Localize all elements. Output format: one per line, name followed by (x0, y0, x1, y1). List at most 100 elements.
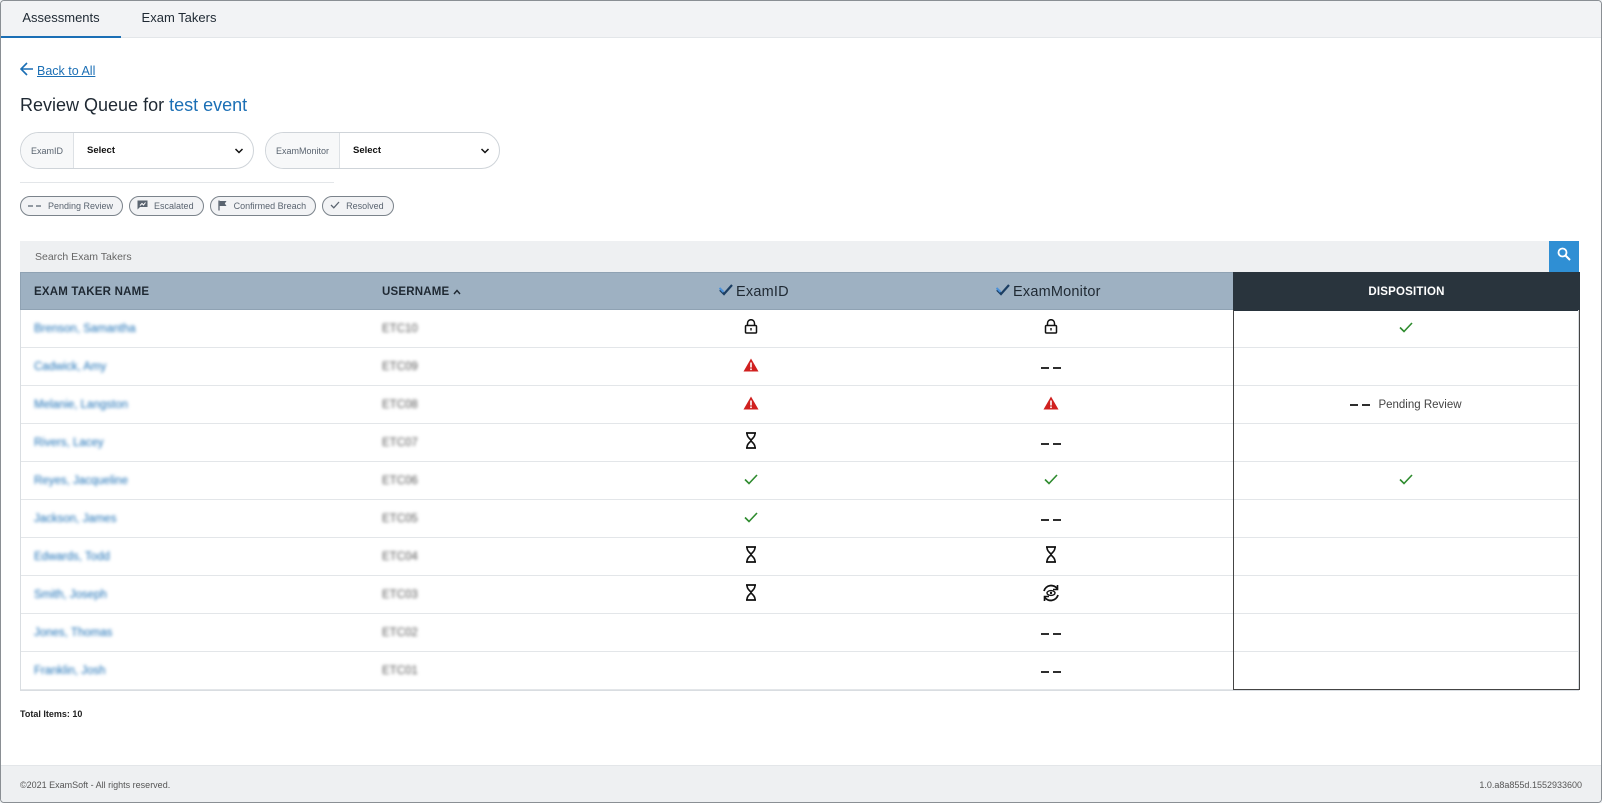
disposition-cell (1233, 348, 1579, 386)
examid-filter[interactable]: ExamID Select (20, 132, 254, 169)
table-row[interactable]: Jackson, James ETC05 (21, 500, 1578, 538)
table-row[interactable]: Franklin, Josh ETC01 (21, 652, 1578, 690)
dash-icon (28, 201, 42, 211)
examid-logo-icon (718, 284, 733, 300)
back-link[interactable]: Back to All (19, 62, 95, 79)
chevron-down-icon[interactable] (225, 146, 253, 156)
exammonitor-status-cell (1011, 386, 1091, 424)
column-header-exammonitor: ExamMonitor (995, 273, 1126, 311)
footer: ©2021 ExamSoft - All rights reserved. 1.… (1, 765, 1601, 802)
search-bar (20, 241, 1579, 272)
table-row[interactable]: Brenson, Samantha ETC10 (21, 310, 1578, 348)
version-number: 1.0.a8a855d.1552933600 (1479, 780, 1582, 790)
username-cell: ETC06 (382, 475, 418, 487)
examid-status-cell (711, 348, 791, 386)
examid-status-cell (711, 614, 791, 652)
table-row[interactable]: Jones, Thomas ETC02 (21, 614, 1578, 652)
table-row[interactable]: Smith, Joseph ETC03 (21, 576, 1578, 614)
exammonitor-status-cell (1011, 500, 1091, 538)
examid-status-cell (711, 462, 791, 500)
exam-taker-name-link[interactable]: Smith, Joseph (34, 576, 107, 614)
dash-icon (1041, 434, 1061, 452)
examid-filter-value[interactable]: Select (74, 145, 225, 156)
legend-label: Resolved (346, 201, 384, 211)
username-cell: ETC08 (382, 399, 418, 411)
total-items: Total Items: 10 (20, 709, 83, 719)
exam-taker-name-link[interactable]: Rivers, Lacey (34, 424, 104, 462)
username-cell: ETC09 (382, 361, 418, 373)
table-row[interactable]: Rivers, Lacey ETC07 (21, 424, 1578, 462)
examid-status-cell (711, 538, 791, 576)
username-cell: ETC10 (382, 323, 418, 335)
column-header-name: EXAM TAKER NAME (34, 286, 150, 298)
legend-escalated[interactable]: Escalated (129, 196, 204, 216)
legend-label: Pending Review (48, 201, 114, 211)
lock-icon (1044, 318, 1058, 339)
username-cell: ETC04 (382, 551, 418, 563)
check-icon (1044, 472, 1058, 490)
legend-resolved[interactable]: Resolved (322, 196, 394, 216)
dash-icon (1041, 358, 1061, 376)
hourglass-icon (745, 584, 757, 606)
table-row[interactable]: Cadwick, Amy ETC09 (21, 348, 1578, 386)
examid-status-cell (711, 386, 791, 424)
exammonitor-status-cell (1011, 348, 1091, 386)
column-header-examid: ExamID (718, 273, 799, 311)
exammonitor-filter-label: ExamMonitor (266, 133, 341, 168)
escalated-icon (137, 200, 148, 212)
sort-up-icon (453, 286, 461, 298)
disposition-cell (1233, 462, 1579, 500)
table-row[interactable]: Edwards, Todd ETC04 (21, 538, 1578, 576)
tab-exam-takers[interactable]: Exam Takers (121, 1, 237, 38)
hourglass-icon (745, 546, 757, 568)
divider (20, 182, 334, 183)
exam-taker-name-link[interactable]: Franklin, Josh (34, 652, 106, 690)
legend-confirmed-breach[interactable]: Confirmed Breach (209, 196, 317, 216)
dash-icon (1041, 624, 1061, 642)
exammonitor-status-cell (1011, 614, 1091, 652)
examid-filter-label: ExamID (21, 133, 75, 168)
lock-icon (744, 318, 758, 339)
username-cell: ETC05 (382, 513, 418, 525)
search-button[interactable] (1549, 241, 1579, 272)
check-icon (1399, 322, 1413, 336)
column-header-username-label: USERNAME (382, 286, 450, 298)
legend-label: Confirmed Breach (233, 201, 307, 211)
flag-icon (217, 200, 228, 213)
exammonitor-filter[interactable]: ExamMonitor Select (265, 132, 500, 169)
table-row[interactable]: Melanie, Langston ETC08 Pending Review (21, 386, 1578, 424)
exam-taker-name-link[interactable]: Jones, Thomas (34, 614, 112, 652)
username-cell: ETC01 (382, 665, 418, 677)
exam-taker-name-link[interactable]: Melanie, Langston (34, 386, 128, 424)
exam-takers-table: EXAM TAKER NAME USERNAME ExamID ExamMoni… (20, 272, 1580, 691)
disposition-cell (1233, 652, 1579, 690)
exam-taker-name-link[interactable]: Brenson, Samantha (34, 310, 136, 348)
tab-assessments[interactable]: Assessments (1, 1, 121, 38)
exammonitor-status-cell (1011, 310, 1091, 348)
table-header: EXAM TAKER NAME USERNAME ExamID ExamMoni… (20, 272, 1580, 311)
column-header-exammonitor-label: ExamMonitor (1013, 284, 1101, 300)
examid-status-cell (711, 576, 791, 614)
username-cell: ETC02 (382, 627, 418, 639)
exam-taker-name-link[interactable]: Cadwick, Amy (34, 348, 106, 386)
exam-taker-name-link[interactable]: Reyes, Jacqueline (34, 462, 128, 500)
check-icon (744, 472, 758, 490)
table-row[interactable]: Reyes, Jacqueline ETC06 (21, 462, 1578, 500)
column-header-disposition: DISPOSITION (1233, 272, 1580, 311)
exam-taker-name-link[interactable]: Edwards, Todd (34, 538, 110, 576)
disposition-cell (1233, 614, 1579, 652)
legend-pending-review[interactable]: Pending Review (20, 196, 124, 216)
chevron-down-icon[interactable] (471, 146, 499, 156)
exam-taker-name-link[interactable]: Jackson, James (34, 500, 116, 538)
processing-icon (1041, 583, 1061, 608)
search-input[interactable] (20, 241, 1549, 272)
column-header-username[interactable]: USERNAME (382, 273, 461, 311)
event-name: test event (169, 95, 248, 115)
hourglass-icon (1045, 546, 1057, 568)
check-icon (1399, 474, 1413, 488)
username-cell: ETC07 (382, 437, 418, 449)
hourglass-icon (745, 432, 757, 454)
examid-status-cell (711, 652, 791, 690)
exammonitor-status-cell (1011, 652, 1091, 690)
exammonitor-filter-value[interactable]: Select (340, 145, 471, 156)
